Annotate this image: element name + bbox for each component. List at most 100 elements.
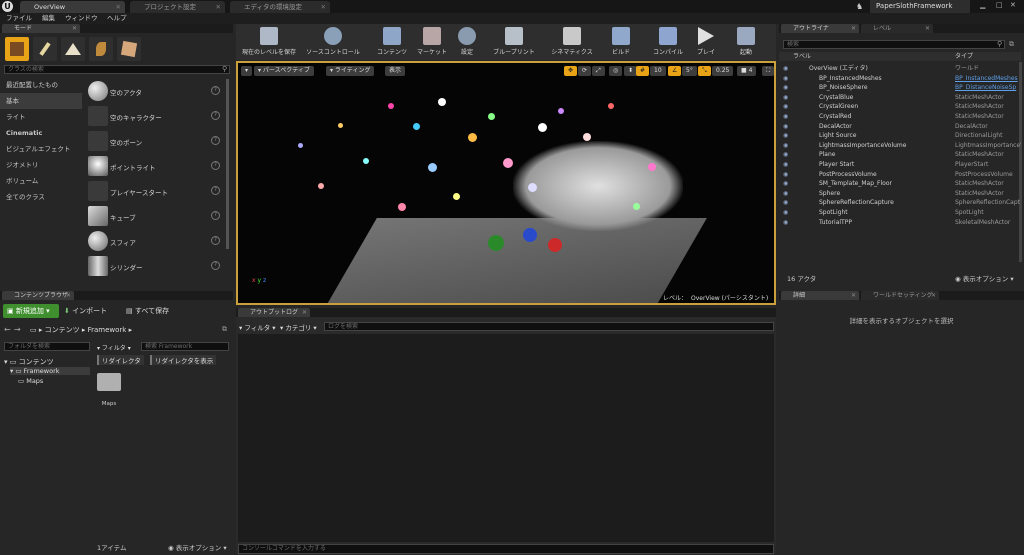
close-icon[interactable]: ✕ — [302, 308, 307, 317]
save-level-button[interactable]: 現在のレベルを保存 — [238, 24, 300, 60]
help-icon[interactable]: ? — [211, 261, 220, 270]
marketplace-button[interactable]: マーケット — [412, 24, 452, 60]
item-cube[interactable]: キューブ? — [86, 204, 226, 228]
menu-edit[interactable]: 編集 — [42, 13, 55, 24]
close-icon[interactable]: ✕ — [66, 291, 71, 300]
tab-output-log[interactable]: アウトプットログ ✕ — [238, 308, 310, 317]
outliner-row[interactable]: ◉ CrystalBlue StaticMeshActor — [783, 93, 1021, 103]
visibility-eye-icon[interactable]: ◉ — [783, 93, 788, 103]
tab-outliner[interactable]: アウトライナ ✕ — [781, 24, 859, 33]
close-icon[interactable]: ✕ — [72, 24, 77, 33]
visibility-eye-icon[interactable]: ◉ — [783, 131, 788, 141]
add-new-button[interactable]: ▣ 新規追加 ▾ — [3, 304, 59, 318]
maximize-button[interactable]: □ — [996, 1, 1003, 9]
close-icon[interactable]: ✕ — [321, 1, 326, 13]
mode-landscape-button[interactable] — [61, 37, 85, 61]
breadcrumb-framework[interactable]: Framework — [88, 326, 127, 334]
log-search-input[interactable]: ログを検索 — [324, 322, 774, 331]
menu-window[interactable]: ウィンドウ — [65, 13, 98, 24]
grid-size-value[interactable]: 10 — [650, 66, 666, 76]
asset-tile-maps[interactable]: Maps — [97, 373, 121, 413]
compile-button[interactable]: コンパイル — [646, 24, 690, 60]
actor-type[interactable]: BP_InstancedMeshes — [955, 74, 1021, 84]
outliner-row[interactable]: ◉ TutorialTPP SkeletalMeshActor — [783, 218, 1021, 228]
menu-help[interactable]: ヘルプ — [107, 13, 127, 24]
visibility-eye-icon[interactable]: ◉ — [783, 208, 788, 218]
grid-snap-toggle[interactable]: # — [636, 66, 650, 76]
visibility-eye-icon[interactable]: ◉ — [783, 102, 788, 112]
folder-search-input[interactable]: フォルダを検索 — [4, 342, 90, 351]
content-button[interactable]: コンテンツ — [372, 24, 412, 60]
filter-button[interactable]: ▾ フィルタ ▾ — [97, 343, 131, 352]
translate-tool[interactable]: ✥ — [564, 66, 578, 76]
rotation-snap-value[interactable]: 5° — [682, 66, 697, 76]
outliner-row[interactable]: ◉ CrystalRed StaticMeshActor — [783, 112, 1021, 122]
title-tab-project-settings[interactable]: プロジェクト設定 ✕ — [130, 1, 225, 13]
build-button[interactable]: ビルド — [606, 24, 636, 60]
mode-paint-button[interactable] — [33, 37, 57, 61]
visibility-eye-icon[interactable]: ◉ — [783, 160, 788, 170]
help-icon[interactable]: ? — [211, 186, 220, 195]
log-filter-button[interactable]: ▾ フィルタ ▾ — [239, 322, 276, 332]
visibility-eye-icon[interactable]: ◉ — [783, 83, 788, 93]
save-all-button[interactable]: ▤ すべて保存 — [126, 306, 169, 316]
close-icon[interactable]: ✕ — [116, 1, 121, 13]
lighting-button[interactable]: ▾ ライティング — [326, 66, 375, 76]
modes-scrollbar[interactable] — [226, 79, 229, 249]
close-icon[interactable]: ✕ — [925, 24, 930, 33]
outliner-row[interactable]: ◉ BP_InstancedMeshes BP_InstancedMeshes — [783, 74, 1021, 84]
outliner-view-options[interactable]: ◉ 表示オプション ▾ — [955, 273, 1014, 283]
visibility-eye-icon[interactable]: ◉ — [783, 170, 788, 180]
log-category-button[interactable]: ▾ カテゴリ ▾ — [280, 322, 317, 332]
outliner-row[interactable]: ◉ Plane StaticMeshActor — [783, 150, 1021, 160]
outliner-row[interactable]: ◉ SM_Template_Map_Floor StaticMeshActor — [783, 179, 1021, 189]
outliner-row[interactable]: ◉ OverView (エディタ) ワールド — [783, 64, 1021, 74]
outliner-row[interactable]: ◉ LightmassImportanceVolume LightmassImpor… — [783, 141, 1021, 151]
col-label[interactable]: ラベル — [793, 52, 811, 61]
rotation-snap-toggle[interactable]: ∠ — [668, 66, 682, 76]
scale-snap-toggle[interactable]: ⤡ — [698, 66, 711, 76]
outliner-row[interactable]: ◉ Player Start PlayerStart — [783, 160, 1021, 170]
tab-details[interactable]: 詳細 ✕ — [781, 291, 859, 300]
unreal-logo-icon[interactable]: U — [2, 1, 13, 12]
mode-place-button[interactable] — [5, 37, 29, 61]
redirect-button[interactable]: リダイレクタ — [97, 355, 144, 365]
viewport[interactable]: ▾ ▾ パースペクティブ ▾ ライティング 表示 ✥ ⟳ ⤢ ◎ ⬍ # 10 … — [236, 61, 776, 305]
outliner-row[interactable]: ◉ CrystalGreen StaticMeshActor — [783, 102, 1021, 112]
world-local-toggle[interactable]: ◎ — [609, 66, 623, 76]
lock-icon[interactable]: ⧉ — [222, 325, 227, 334]
visibility-eye-icon[interactable]: ◉ — [783, 150, 788, 160]
tab-modes[interactable]: モード ✕ — [2, 24, 80, 33]
help-icon[interactable]: ? — [211, 211, 220, 220]
actor-type[interactable]: BP_DistanceNoiseSp — [955, 83, 1021, 93]
item-cylinder[interactable]: シリンダー? — [86, 254, 226, 278]
visibility-eye-icon[interactable]: ◉ — [783, 141, 788, 151]
forward-button[interactable]: → — [14, 325, 21, 334]
viewport-menu-button[interactable]: ▾ — [241, 66, 253, 76]
source-control-button[interactable]: ソースコントロール — [302, 24, 364, 60]
outliner-row[interactable]: ◉ Sphere StaticMeshActor — [783, 189, 1021, 199]
class-search-input[interactable]: クラスの検索 — [4, 65, 230, 74]
visibility-eye-icon[interactable]: ◉ — [783, 218, 788, 228]
col-type[interactable]: タイプ — [955, 52, 973, 61]
item-player-start[interactable]: プレイヤースタート? — [86, 179, 226, 203]
cinematics-button[interactable]: シネマティクス — [546, 24, 598, 60]
view-options-button[interactable]: ◉ 表示オプション ▾ — [168, 542, 227, 552]
outliner-row[interactable]: ◉ Light Source DirectionalLight — [783, 131, 1021, 141]
rotate-tool[interactable]: ⟳ — [578, 66, 592, 76]
visibility-eye-icon[interactable]: ◉ — [783, 122, 788, 132]
help-icon[interactable]: ? — [211, 161, 220, 170]
visibility-eye-icon[interactable]: ◉ — [783, 64, 788, 74]
camera-speed-button[interactable]: ■ 4 — [737, 66, 757, 76]
tab-content-browser[interactable]: コンテンツブラウザ ✕ — [2, 291, 74, 300]
back-button[interactable]: ← — [4, 325, 11, 334]
outliner-row[interactable]: ◉ SphereReflectionCapture SphereReflection… — [783, 198, 1021, 208]
outliner-search-input[interactable]: 検索 — [783, 40, 1005, 49]
import-button[interactable]: ⬇ インポート — [64, 306, 107, 316]
close-icon[interactable]: ✕ — [851, 291, 856, 300]
minimize-button[interactable]: ▁ — [980, 1, 985, 9]
help-icon[interactable]: ? — [211, 136, 220, 145]
item-point-light[interactable]: ポイントライト? — [86, 154, 226, 178]
outliner-row[interactable]: ◉ DecalActor DecalActor — [783, 122, 1021, 132]
title-tab-editor-preferences[interactable]: エディタの環境設定 ✕ — [230, 1, 330, 13]
